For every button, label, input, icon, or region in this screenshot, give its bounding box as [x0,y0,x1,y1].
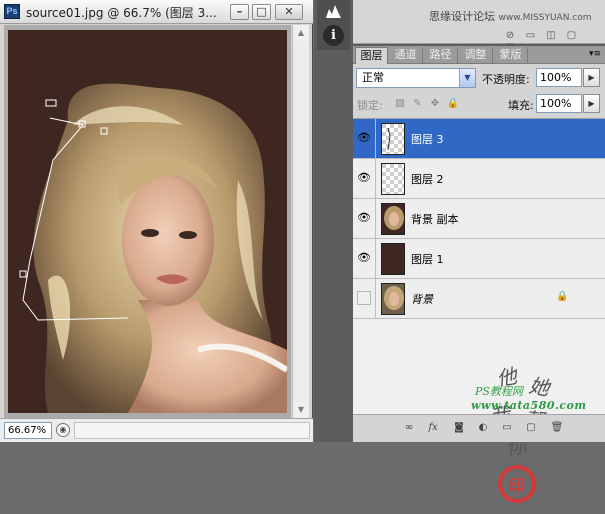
new-layer-icon[interactable]: ▢ [523,421,539,435]
divider [375,279,376,319]
layer-row-background[interactable]: 背景 🔒 [353,279,605,319]
tab-masks[interactable]: 蒙版 [494,47,528,64]
layer-row-layer1[interactable]: 👁 图层 1 [353,239,605,279]
divider [375,239,376,279]
eye-icon[interactable]: 👁 [357,251,371,265]
tab-layers[interactable]: 图层 [355,47,388,64]
layer-row-layer3[interactable]: 👁 图层 3 [353,119,605,159]
tab-channels[interactable]: 通道 [389,47,423,64]
eye-icon[interactable]: 👁 [357,131,371,145]
panel-menu-icon[interactable]: ▾≡ [589,49,601,59]
info-icon[interactable]: i [323,25,344,46]
layer-thumbnail [381,203,405,235]
signature-char-2: 她 [527,373,553,400]
adjustment-layer-icon[interactable]: ◐ [475,421,491,435]
fill-label: 填充: [508,99,534,112]
layer-name: 图层 3 [411,133,444,146]
layer-thumbnail [381,243,405,275]
tab-paths[interactable]: 路径 [424,47,458,64]
panel-tabs: 图层 通道 路径 调整 蒙版 ▾≡ [353,46,605,64]
blend-mode-select[interactable]: 正常 ▼ [356,68,476,88]
layer-thumbnail [381,283,405,315]
tab-adjustments[interactable]: 调整 [459,47,493,64]
opacity-slider-button[interactable]: ▶ [583,68,600,87]
document-title-bar[interactable]: Ps source01.jpg @ 66.7% (图层 3... – □ ✕ [0,0,313,24]
lock-icon: 🔒 [556,291,569,302]
lock-transparency-icon[interactable]: ▧ [394,98,406,110]
blend-mode-value: 正常 [362,71,384,84]
maximize-button[interactable]: □ [252,4,271,20]
opacity-field[interactable]: 100% [536,68,582,87]
layer-name: 图层 2 [411,173,444,186]
eye-icon[interactable]: 👁 [357,171,371,185]
opacity-label: 不透明度: [482,73,530,86]
layer-thumbnail [381,123,405,155]
fill-slider-button[interactable]: ▶ [583,94,600,113]
trash-icon[interactable]: 🗑 [549,421,565,435]
status-bar: 66.67% ◉ [0,418,313,442]
watermark-footer: PS教程网 [475,385,523,398]
close-button[interactable]: ✕ [275,4,303,20]
lock-options: ▧ ✎ ✥ 🔒 [394,96,461,110]
layers-list: 👁 图层 3 👁 图层 2 👁 背景 副本 👁 图层 1 背景 🔒 他 她 你 … [353,118,605,503]
watermark-url: www.tata580.com [471,399,587,412]
layers-panel: 图层 通道 路径 调整 蒙版 ▾≡ 正常 ▼ 不透明度: 100% ▶ 锁定: … [353,46,605,503]
layer-row-background-copy[interactable]: 👁 背景 副本 [353,199,605,239]
red-seal-icon: 印 [498,465,536,503]
add-mask-icon[interactable]: ◙ [451,421,467,435]
lock-all-icon[interactable]: 🔒 [447,98,459,110]
stop-icon[interactable]: ⊘ [503,30,517,42]
photoshop-logo-icon: Ps [4,4,20,19]
divider [375,159,376,199]
zoom-field[interactable]: 66.67% [4,422,52,439]
right-panel-area: i 思缘设计论坛 www.MISSYUAN.com ⊘ ▭ ◫ ▢ 🗑 图层 通… [314,0,605,503]
layers-bottom-bar: ∞ fx ◙ ◐ ▭ ▢ 🗑 [353,414,605,442]
layer-name: 背景 副本 [411,213,459,226]
lock-position-icon[interactable]: ✥ [429,98,441,110]
eye-hidden-icon[interactable] [357,291,371,305]
chevron-down-icon[interactable]: ▼ [459,69,475,87]
forum-credit-text: 思缘设计论坛 [429,10,495,23]
panel-dock: i [317,0,350,50]
new-icon[interactable]: ▢ [565,30,579,42]
portrait-photo [19,83,287,413]
seal-text: 印 [509,476,525,495]
histogram-icon[interactable] [323,0,344,21]
fx-icon[interactable]: fx [425,421,441,435]
eye-icon[interactable]: 👁 [357,211,371,225]
lock-pixels-icon[interactable]: ✎ [412,98,424,110]
layer-name: 图层 1 [411,253,444,266]
new-group-icon[interactable]: ▭ [499,421,515,435]
canvas-area[interactable] [4,25,291,418]
link-layers-icon[interactable]: ∞ [401,421,417,435]
lock-label: 锁定: [357,99,383,112]
forum-credit-url: www.MISSYUAN.com [498,13,592,23]
document-title: source01.jpg @ 66.7% (图层 3... [26,6,217,20]
divider [375,199,376,239]
forum-credit: 思缘设计论坛 www.MISSYUAN.com [429,8,592,24]
layer-name: 背景 [411,293,433,306]
snapshot-icon[interactable]: ◫ [544,30,558,42]
minimize-button[interactable]: – [230,4,249,20]
horizontal-scrollbar[interactable] [74,422,310,439]
vertical-scrollbar[interactable]: ▲ ▼ [292,25,309,418]
fill-field[interactable]: 100% [536,94,582,113]
top-panel-icons: ⊘ ▭ ◫ ▢ 🗑 [503,28,601,55]
document-window: Ps source01.jpg @ 66.7% (图层 3... – □ ✕ ▲… [0,0,313,442]
document-info-icon[interactable]: ◉ [56,423,70,437]
scroll-down-icon[interactable]: ▼ [293,402,309,418]
scroll-up-icon[interactable]: ▲ [293,25,309,41]
new-item-icon[interactable]: ▭ [524,30,538,42]
top-panel: 思缘设计论坛 www.MISSYUAN.com ⊘ ▭ ◫ ▢ 🗑 [353,0,605,55]
document-canvas-image[interactable] [8,30,287,413]
layer-row-layer2[interactable]: 👁 图层 2 [353,159,605,199]
layer-thumbnail [381,163,405,195]
divider [375,119,376,159]
